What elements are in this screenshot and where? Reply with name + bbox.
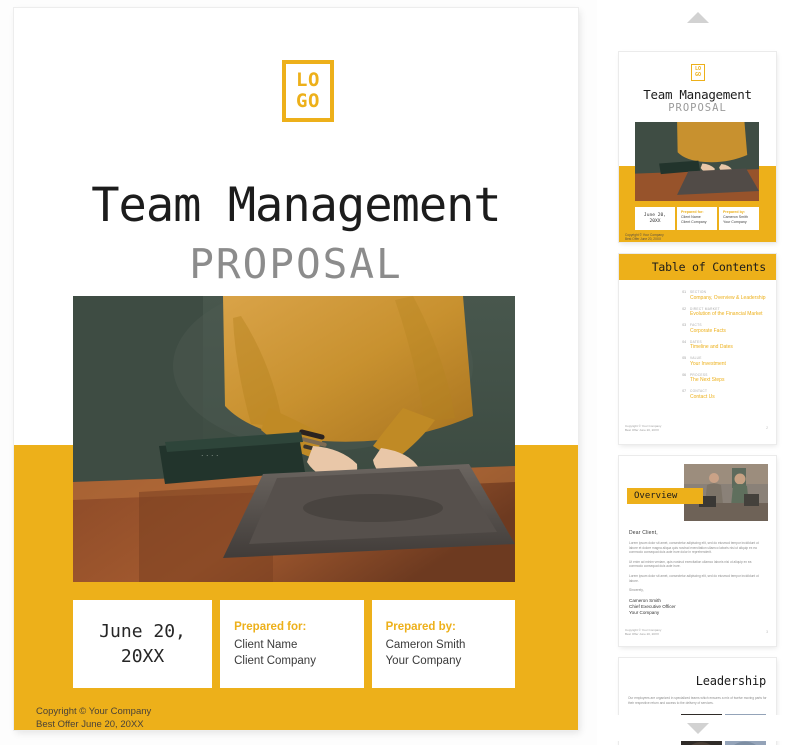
date-box[interactable]: June 20, 20XX: [73, 600, 213, 688]
info-box-row: June 20, 20XX Prepared for: Client Name …: [73, 600, 515, 688]
logo-placeholder-icon[interactable]: LO GO: [282, 60, 334, 122]
page-subtitle: PROPOSAL: [189, 240, 403, 288]
thumb3-paragraph-3: Lorem ipsum dolor sit amet, consectetur …: [629, 573, 759, 583]
thumb1-date-line-1: June 20,: [643, 212, 667, 218]
chevron-down-icon: [686, 722, 709, 734]
toc-entry: 02 DIRECT MARKET Evolution of the Financ…: [677, 307, 773, 318]
toc-entry-label: Your Investment: [690, 360, 726, 367]
toc-entry: 06 PROCESS The Next Steps: [677, 373, 773, 384]
prepared-for-name: Client Name: [234, 639, 298, 651]
thumb3-signature-company: Your Company: [629, 610, 660, 616]
thumb3-greeting: Dear Client,: [629, 530, 658, 536]
thumb2-footer: Copyright © Your Company Best Offer June…: [625, 424, 661, 432]
thumbnail-page-2[interactable]: Table of Contents 01 SECTION Company, Ov…: [619, 254, 776, 444]
thumb2-heading: Table of Contents: [651, 260, 767, 274]
toc-entry-number: 05: [682, 356, 686, 360]
prepared-by-company: Your Company: [385, 655, 462, 667]
thumbnail-list[interactable]: LO GO Team Management PROPOSAL June 20, …: [597, 26, 798, 745]
thumbnail-page-3[interactable]: Overview Dear Client, Lorem ipsum dolor …: [619, 456, 776, 646]
chevron-up-icon: [686, 11, 709, 23]
scroll-down-button[interactable]: [597, 715, 798, 741]
toc-entry: 07 CONTACT Contact Us: [677, 389, 773, 400]
prepared-by-label: Prepared by:: [385, 621, 456, 633]
logo-line-1: LO: [296, 69, 320, 91]
thumb1-footer: Copyright © Your Company Best Offer June…: [625, 233, 664, 242]
page-title: Team Management: [91, 178, 501, 233]
document-page-cover[interactable]: LO GO Team Management PROPOSAL . . . . J…: [14, 8, 578, 730]
thumb1-prepared-for-box: Prepared for: Client Name Client Company: [677, 207, 717, 230]
toc-entry-label: Corporate Facts: [690, 327, 726, 334]
thumb3-paragraph-1: Lorem ipsum dolor sit amet, consectetur …: [629, 541, 759, 555]
thumb1-logo-line-2: GO: [694, 71, 702, 78]
toc-entry: 04 DATES Timeline and Dates: [677, 340, 773, 351]
thumb4-heading: Leadership: [695, 674, 766, 688]
date-line-2: 20XX: [120, 646, 165, 667]
prepared-by-name: Cameron Smith: [385, 639, 466, 651]
thumb1-prepared-for-company: Client Company: [681, 220, 707, 224]
toc-entry-number: 07: [682, 389, 686, 393]
footer-offer: Best Offer June 20, 20XX: [36, 719, 144, 730]
scroll-up-button[interactable]: [597, 4, 798, 30]
thumb1-prepared-by-company: Your Company: [723, 220, 747, 224]
thumb3-footer: Copyright © Your Company Best Offer June…: [625, 628, 661, 636]
footer-copyright: Copyright © Your Company: [36, 706, 152, 717]
toc-entry: 01 SECTION Company, Overview & Leadershi…: [677, 290, 773, 301]
toc-entry-number: 03: [682, 323, 686, 327]
thumb2-page-number: 2: [766, 426, 768, 430]
prepared-by-box[interactable]: Prepared by: Cameron Smith Your Company: [371, 600, 515, 688]
svg-text:. . . .: . . . .: [201, 448, 219, 458]
toc-entry-number: 04: [682, 339, 686, 344]
prepared-for-label: Prepared for:: [234, 621, 307, 633]
page-footer: Copyright © Your Company Best Offer June…: [36, 705, 151, 730]
toc-entry-label: Timeline and Dates: [690, 344, 733, 351]
thumb1-hero-image: [635, 122, 759, 201]
thumbnail-page-1[interactable]: LO GO Team Management PROPOSAL June 20, …: [619, 52, 776, 242]
thumb3-sign-off: Sincerely,: [629, 588, 644, 593]
thumb3-paragraph-2: Ut enim ad minim veniam, quis nostrud ex…: [629, 559, 752, 569]
logo-line-2: GO: [296, 90, 320, 112]
prepared-for-company: Client Company: [234, 655, 316, 667]
thumb3-page-number: 3: [766, 630, 768, 634]
thumb4-intro: Our employees are organized in specializ…: [628, 696, 767, 705]
thumb1-logo-icon: LO GO: [691, 64, 705, 81]
toc-entry-label: Contact Us: [690, 393, 715, 400]
thumb1-date-line-2: 20XX: [649, 218, 661, 224]
thumb1-title: Team Management: [643, 87, 752, 102]
toc-entry-number: 02: [682, 306, 686, 311]
prepared-for-box[interactable]: Prepared for: Client Name Client Company: [220, 600, 364, 688]
toc-entry-number: 01: [682, 290, 686, 294]
thumb3-section-badge: Overview: [627, 488, 703, 504]
toc-entry: 05 VALUE Your Investment: [677, 356, 773, 367]
thumb2-footer-line-2: Best Offer June 20, 20XX: [625, 428, 659, 433]
thumb1-subtitle: PROPOSAL: [668, 102, 727, 114]
thumb1-footer-line-2: Best Offer June 20, 20XX: [625, 237, 662, 242]
thumb3-body: Dear Client, Lorem ipsum dolor sit amet,…: [629, 530, 765, 616]
thumb1-info-row: June 20, 20XX Prepared for: Client Name …: [635, 207, 759, 230]
toc-entry-label: Evolution of the Financial Market: [690, 311, 763, 318]
thumb1-date-box: June 20, 20XX: [635, 207, 675, 230]
thumb1-prepared-by-box: Prepared by: Cameron Smith Your Company: [719, 207, 759, 230]
thumb3-footer-line-2: Best Offer June 20, 20XX: [625, 632, 659, 637]
hero-image[interactable]: . . . .: [73, 296, 515, 582]
document-viewer: LO GO Team Management PROPOSAL . . . . J…: [0, 0, 798, 745]
toc-entry-number: 06: [682, 372, 686, 377]
thumb2-toc-list: 01 SECTION Company, Overview & Leadershi…: [677, 290, 773, 406]
toc-entry: 03 FACTS Corporate Facts: [677, 323, 773, 334]
toc-entry-label: The Next Steps: [690, 377, 725, 384]
thumbnail-rail[interactable]: LO GO Team Management PROPOSAL June 20, …: [597, 0, 798, 745]
toc-entry-label: Company, Overview & Leadership: [690, 294, 766, 301]
date-line-1: June 20,: [99, 621, 186, 642]
